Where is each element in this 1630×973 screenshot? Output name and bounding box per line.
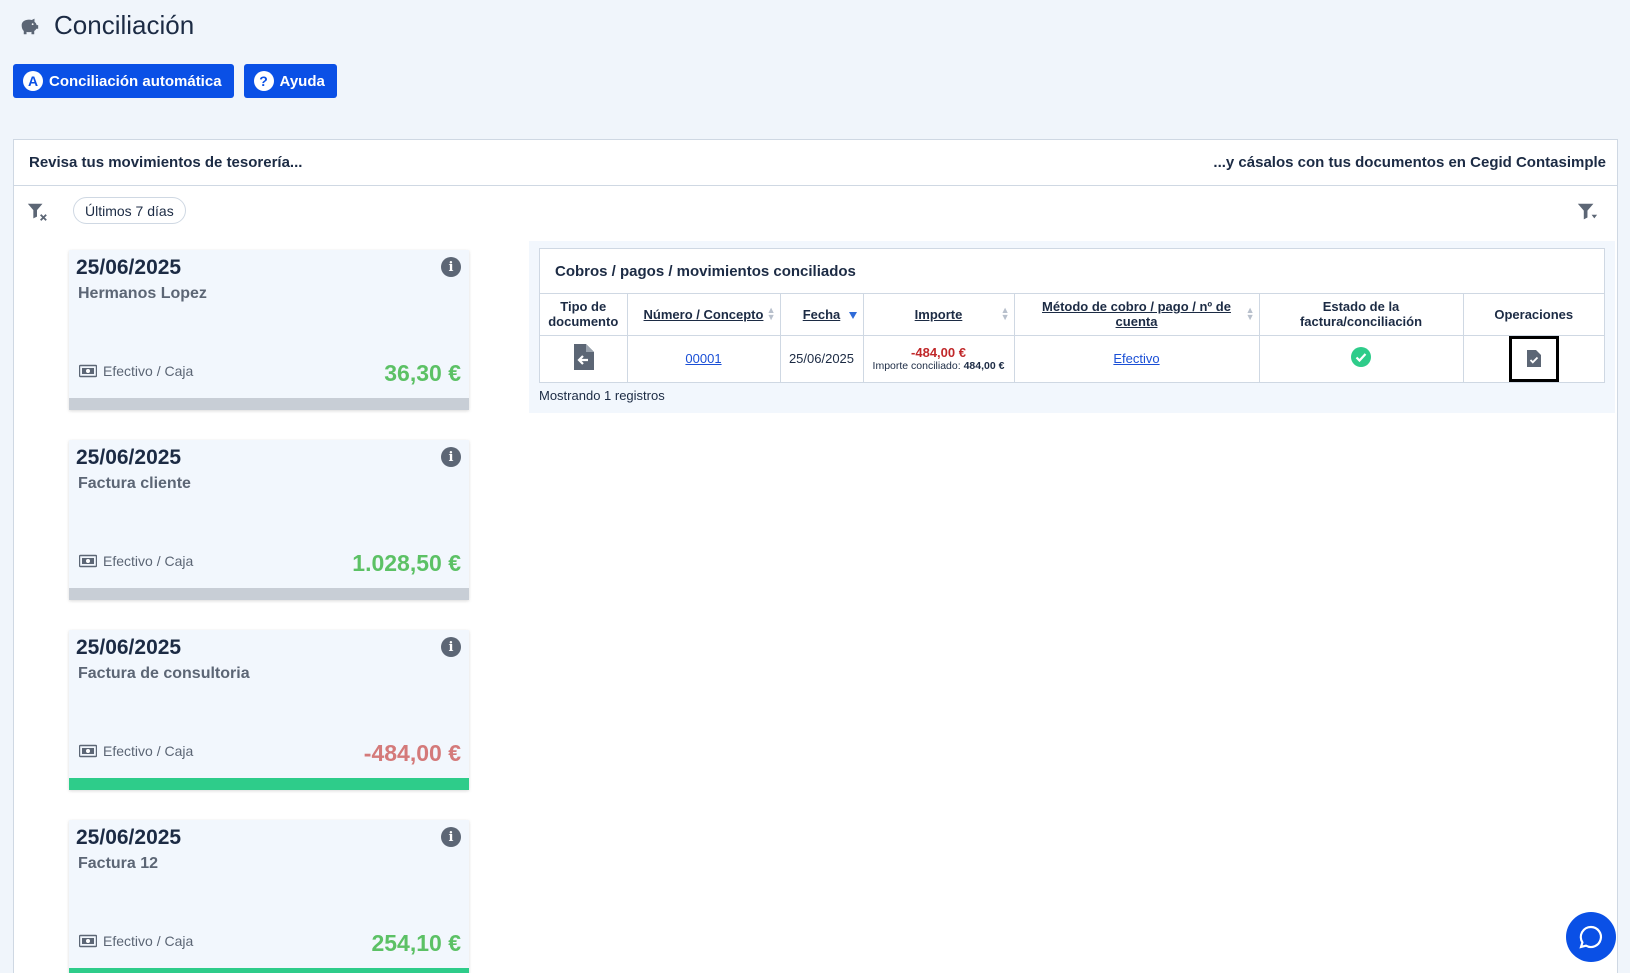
col-status: Estado de la factura/conciliación — [1259, 294, 1464, 336]
info-icon[interactable]: i — [441, 827, 461, 847]
movement-amount: 36,30 € — [384, 360, 461, 386]
movement-date: 25/06/2025 — [76, 446, 182, 469]
number-cell[interactable]: 00001 — [627, 335, 781, 382]
chat-button[interactable] — [1566, 912, 1616, 962]
movement-method: Efectivo / Caja — [79, 363, 193, 379]
movement-amount: 254,10 € — [371, 930, 461, 956]
filter-dropdown-icon[interactable] — [1575, 201, 1599, 223]
col-amount[interactable]: Importe ▲ ▼ — [863, 294, 1015, 336]
check-circle-icon — [1351, 347, 1371, 368]
movement-amount: 1.028,50 € — [352, 550, 461, 576]
movement-method: Efectivo / Caja — [79, 553, 193, 569]
movement-method-label: Efectivo / Caja — [103, 743, 194, 759]
cash-icon — [79, 554, 97, 568]
movement-name: Factura de consultoria — [78, 665, 250, 682]
movement-name: Hermanos Lopez — [78, 285, 207, 302]
movement-method: Efectivo / Caja — [79, 933, 193, 949]
date-cell: 25/06/2025 — [780, 335, 864, 382]
movement-method-label: Efectivo / Caja — [103, 553, 194, 569]
reconciled-table-box: Cobros / pagos / movimientos conciliados… — [539, 248, 1605, 383]
cash-icon — [79, 934, 97, 948]
reconciled-area: Cobros / pagos / movimientos conciliados… — [529, 241, 1615, 413]
page-header: Conciliación — [18, 10, 194, 41]
help-label: Ayuda — [279, 72, 325, 90]
status-bar — [69, 398, 469, 410]
col-number[interactable]: Número / Concepto ▲ ▼ — [627, 294, 781, 336]
col-doc-type: Tipo de documento — [540, 294, 628, 336]
method-link[interactable]: Efectivo — [1113, 351, 1159, 366]
piggy-bank-icon — [21, 18, 39, 34]
info-icon[interactable]: i — [441, 257, 461, 277]
status-bar — [69, 778, 469, 790]
chat-bubble-icon — [1579, 925, 1603, 949]
table-title: Cobros / pagos / movimientos conciliados — [540, 249, 1604, 294]
panel-right-title: ...y cásalos con tus documentos en Cegid… — [1213, 154, 1606, 171]
col-operations: Operaciones — [1463, 294, 1604, 336]
auto-letter-icon: A — [23, 71, 43, 91]
movement-method-label: Efectivo / Caja — [103, 933, 194, 949]
info-icon[interactable]: i — [441, 447, 461, 467]
reconciliation-panel: Revisa tus movimientos de tesorería... .… — [13, 139, 1618, 973]
amount-value: -484,00 € — [911, 345, 966, 361]
cash-icon — [79, 744, 97, 758]
toolbar: A Conciliación automática ? Ayuda — [13, 64, 337, 98]
clear-filter-icon[interactable] — [26, 201, 48, 223]
document-incoming-icon — [574, 344, 595, 371]
auto-reconcile-button[interactable]: A Conciliación automática — [13, 64, 234, 98]
status-bar — [69, 968, 469, 973]
help-button[interactable]: ? Ayuda — [243, 64, 337, 98]
movement-date: 25/06/2025 — [76, 636, 182, 659]
panel-left-title: Revisa tus movimientos de tesorería... — [29, 154, 303, 171]
movement-date: 25/06/2025 — [76, 826, 182, 849]
auto-reconcile-label: Conciliación automática — [49, 72, 222, 90]
doc-type-cell — [540, 335, 628, 382]
cash-icon — [79, 364, 97, 378]
info-icon[interactable]: i — [441, 637, 461, 657]
movement-method: Efectivo / Caja — [79, 743, 193, 759]
records-count: Mostrando 1 registros — [539, 388, 665, 403]
movement-date: 25/06/2025 — [76, 256, 182, 279]
date-filter-chip[interactable]: Últimos 7 días — [73, 197, 186, 224]
movement-name: Factura cliente — [78, 475, 191, 492]
movement-card[interactable]: 25/06/2025 Factura 12 i Efectivo / Caja 254,… — [69, 820, 469, 973]
sort-desc-icon — [848, 312, 857, 319]
movement-method-label: Efectivo / Caja — [103, 363, 194, 379]
movement-amount: -484,00 € — [363, 740, 461, 766]
operations-cell — [1463, 335, 1604, 382]
page-title: Conciliación — [54, 10, 195, 40]
panel-header: Revisa tus movimientos de tesorería... .… — [14, 140, 1617, 186]
method-cell[interactable]: Efectivo — [1014, 335, 1260, 382]
col-method[interactable]: Método de cobro / pago / nº de cuenta ▲ ▼ — [1014, 294, 1260, 336]
col-date[interactable]: Fecha — [780, 294, 864, 336]
amount-cell: -484,00 € Importe conciliado: 484,00 € — [863, 335, 1015, 382]
movement-card[interactable]: 25/06/2025 Hermanos Lopez i Efectivo / Caja… — [69, 250, 469, 410]
movement-name: Factura 12 — [78, 855, 159, 872]
movement-card[interactable]: 25/06/2025 Factura de consultoria i Efectiv… — [69, 630, 469, 790]
status-bar — [69, 588, 469, 600]
help-question-icon: ? — [253, 71, 274, 91]
status-cell — [1259, 335, 1464, 382]
reconciled-amount: Importe conciliado: 484,00 € — [872, 360, 1005, 373]
number-link[interactable]: 00001 — [685, 351, 721, 366]
view-document-button[interactable] — [1508, 335, 1559, 382]
reconciled-table: Tipo de documento Número / Concepto ▲ ▼ Fe… — [540, 294, 1604, 382]
table-row: 00001 25/06/2025 -484,00 € Importe conci… — [540, 335, 1604, 382]
document-check-icon — [1526, 350, 1541, 368]
movement-card[interactable]: 25/06/2025 Factura cliente i Efectivo / Caj… — [69, 440, 469, 600]
